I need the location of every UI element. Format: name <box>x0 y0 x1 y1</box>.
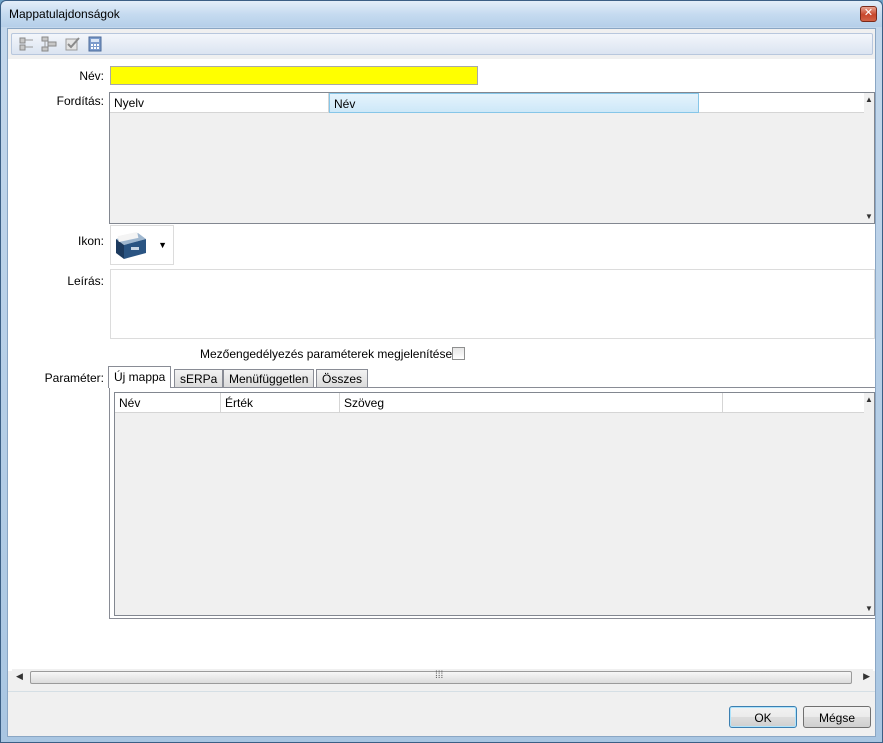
name-input[interactable] <box>110 66 478 85</box>
tab-serpa[interactable]: sERPa <box>174 369 224 388</box>
field-permission-label: Mezőengedélyezés paraméterek megjeleníté… <box>200 347 456 361</box>
parameter-label: Paraméter: <box>44 371 104 385</box>
tree-expand-icon[interactable] <box>40 36 58 52</box>
tab-osszes[interactable]: Összes <box>316 369 369 388</box>
description-label: Leírás: <box>67 274 104 288</box>
horizontal-scrollbar[interactable]: ◀ ⁞⁞⁞ ▶ <box>12 669 873 686</box>
parameter-tab-panel: Név Érték Szöveg ▲ ▼ <box>109 387 875 619</box>
folder-cabinet-icon <box>116 231 146 259</box>
close-icon: ✕ <box>863 7 874 19</box>
description-textarea[interactable] <box>110 269 875 339</box>
dialog-client-area: Név: Fordítás: Nyelv Név ▲ ▼ Ikon: ▼ Leí… <box>7 28 876 737</box>
name-label: Név: <box>79 69 104 83</box>
dialog-window: Mappatulajdonságok ✕ Név: Fordítás: Nyel… <box>0 0 883 743</box>
tree-collapse-icon[interactable] <box>18 36 36 52</box>
scroll-down-icon[interactable]: ▼ <box>865 604 873 613</box>
horizontal-scroll-thumb[interactable]: ⁞⁞⁞ <box>30 670 852 684</box>
ok-button[interactable]: OK <box>729 706 797 728</box>
calculator-icon[interactable] <box>86 36 104 52</box>
column-header-language[interactable]: Nyelv <box>110 93 329 113</box>
edit-check-icon[interactable] <box>64 36 82 52</box>
column-header-nev[interactable]: Név <box>115 393 221 413</box>
tab-uj-mappa[interactable]: Új mappa <box>108 366 172 388</box>
parameter-grid[interactable]: Név Érték Szöveg ▲ ▼ <box>114 392 875 616</box>
translation-label: Fordítás: <box>56 94 104 108</box>
parameter-grid-scrollbar[interactable]: ▲ ▼ <box>864 393 874 615</box>
scroll-up-icon[interactable]: ▲ <box>865 395 873 404</box>
cancel-button[interactable]: Mégse <box>803 706 871 728</box>
scroll-left-icon[interactable]: ◀ <box>16 671 23 682</box>
footer-separator <box>8 691 875 692</box>
title-bar[interactable]: Mappatulajdonságok ✕ <box>1 1 882 27</box>
column-header-szoveg[interactable]: Szöveg <box>340 393 723 413</box>
scroll-up-icon[interactable]: ▲ <box>865 95 873 104</box>
close-button[interactable]: ✕ <box>860 6 877 22</box>
tab-menufuggetlen[interactable]: Menüfüggetlen <box>223 369 315 388</box>
scroll-grip-icon: ⁞⁞⁞ <box>435 670 444 681</box>
column-header-ertek[interactable]: Érték <box>221 393 340 413</box>
column-header-name[interactable]: Név <box>329 93 699 113</box>
form-area: Név: Fordítás: Nyelv Név ▲ ▼ Ikon: ▼ Leí… <box>8 59 875 671</box>
toolbar <box>11 33 873 55</box>
translation-grid-header: Nyelv Név <box>110 93 864 113</box>
icon-dropdown[interactable]: ▼ <box>110 225 174 265</box>
chevron-down-icon[interactable]: ▼ <box>158 240 167 250</box>
parameter-grid-header: Név Érték Szöveg <box>115 393 864 413</box>
field-permission-checkbox[interactable] <box>452 347 465 360</box>
translation-grid-scrollbar[interactable]: ▲ ▼ <box>864 93 874 223</box>
window-title: Mappatulajdonságok <box>9 7 120 21</box>
icon-label: Ikon: <box>77 234 104 248</box>
scroll-down-icon[interactable]: ▼ <box>865 212 873 221</box>
scroll-right-icon[interactable]: ▶ <box>863 671 870 682</box>
translation-grid[interactable]: Nyelv Név ▲ ▼ <box>109 92 875 224</box>
